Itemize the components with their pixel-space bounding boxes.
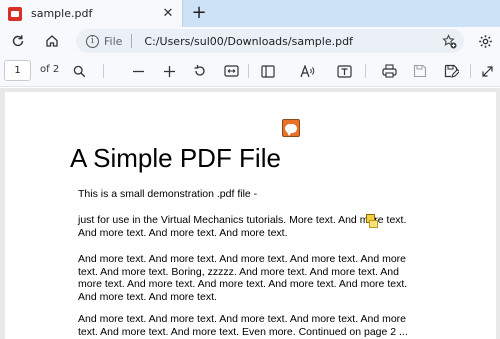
rotate-icon [194,65,205,76]
print-button[interactable] [378,60,400,82]
fullscreen-button[interactable] [476,60,498,82]
home-icon [46,35,58,47]
toolbar-divider [470,64,471,78]
close-tab-icon[interactable]: ✕ [158,6,178,21]
home-button[interactable] [41,30,63,52]
address-bar[interactable]: i File C:/Users/sul00/Downloads/sample.p… [76,29,464,53]
document-viewport[interactable]: A Simple PDF File This is a small demons… [0,88,500,339]
pdf-toolbar: 1 of 2 [0,54,500,87]
new-tab-button[interactable]: + [188,2,210,24]
paragraph: And more text. And more text. And more t… [78,313,408,338]
settings-button[interactable] [474,30,496,52]
read-aloud-icon [299,64,314,77]
fit-page-icon [223,65,239,77]
note-icon[interactable] [366,214,378,228]
zoom-in-icon [163,65,175,77]
zoom-out-button[interactable] [127,60,149,82]
zoom-out-icon [132,70,144,72]
favorites-add-icon [441,33,456,48]
print-icon [381,64,397,78]
pdf-page: A Simple PDF File This is a small demons… [5,92,496,339]
toolbar-divider [103,64,104,78]
paragraph: And more text. And more text. And more t… [78,253,408,303]
paragraph: just for use in the Virtual Mechanics tu… [78,214,407,239]
page-count-label: of 2 [40,64,60,75]
refresh-button[interactable] [7,30,29,52]
toolbar-divider [365,64,366,78]
settings-icon [478,34,492,48]
save-button[interactable] [409,60,431,82]
save-as-button[interactable] [440,60,462,82]
save-as-icon [444,64,459,78]
info-icon[interactable]: i [86,34,99,48]
tab-sample-pdf[interactable]: sample.pdf ✕ [0,0,183,27]
page-view-icon [261,64,275,78]
speech-bubble-icon [285,123,297,136]
text-icon [336,64,352,78]
rotate-button[interactable] [189,60,211,82]
address-scheme: File [104,34,123,48]
save-icon [413,64,427,78]
fullscreen-icon [481,65,493,77]
tab-strip: sample.pdf ✕ + [0,0,500,27]
pdf-file-icon [8,6,22,21]
toolbar-divider [248,64,249,78]
refresh-icon [12,35,24,47]
zoom-in-button[interactable] [158,60,180,82]
fit-page-button[interactable] [220,60,242,82]
navigation-bar: i File C:/Users/sul00/Downloads/sample.p… [0,27,500,54]
page-view-button[interactable] [257,60,279,82]
address-url[interactable]: C:/Users/sul00/Downloads/sample.pdf [144,35,440,48]
address-separator [131,34,133,48]
tab-title: sample.pdf [31,7,93,20]
paragraph: This is a small demonstration .pdf file … [78,188,258,200]
search-icon [73,65,85,77]
document-title: A Simple PDF File [70,143,281,173]
search-button[interactable] [68,60,90,82]
add-favorite-button[interactable] [440,32,458,50]
comment-note-icon[interactable] [282,119,300,137]
read-aloud-button[interactable] [296,60,318,82]
text-button[interactable] [333,60,355,82]
page-number-input[interactable]: 1 [4,60,31,81]
